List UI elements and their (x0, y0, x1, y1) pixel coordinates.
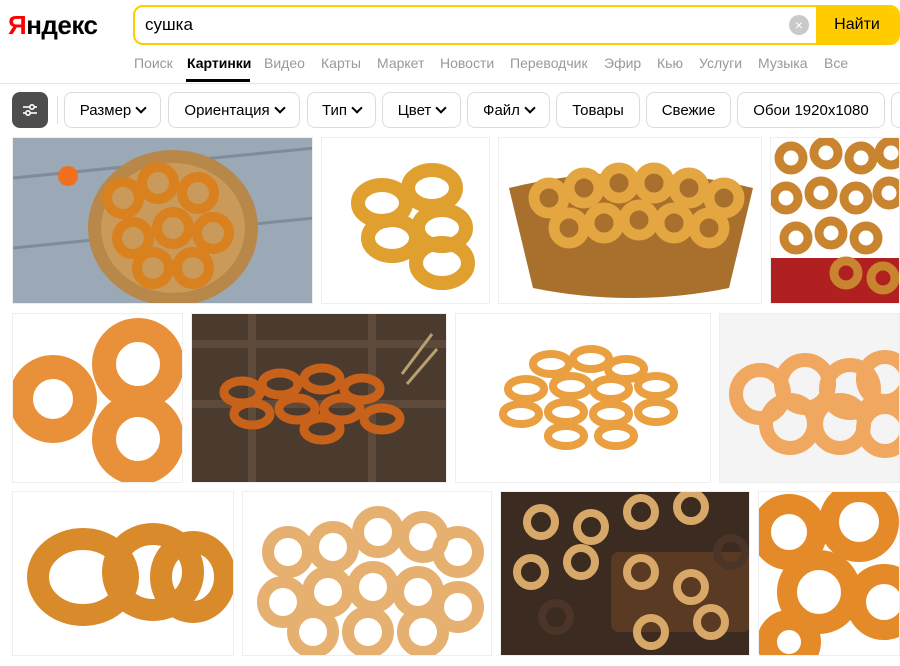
tab-maps[interactable]: Карты (321, 55, 361, 71)
filters-bar: Размер Ориентация Тип Цвет Файл Товары С… (0, 90, 900, 130)
bagel-wicker-basket-image (509, 162, 753, 298)
bagel-basket-image (13, 138, 312, 303)
image-result[interactable] (12, 313, 183, 483)
sliders-icon (23, 104, 37, 116)
filter-size[interactable]: Размер (64, 92, 161, 128)
chevron-down-icon (135, 102, 147, 114)
chip-label: Цвет (397, 101, 432, 119)
chevron-down-icon (524, 102, 536, 114)
header: Яндекс × Найти (0, 0, 900, 50)
image-result[interactable] (12, 137, 313, 304)
bagels-white-image (351, 163, 475, 290)
chip-label: Товары (572, 101, 624, 119)
chip-label: Ориентация (184, 101, 270, 119)
chip-label: Свежие (661, 101, 716, 119)
image-result[interactable] (242, 491, 492, 656)
tab-video[interactable]: Видео (264, 55, 305, 71)
image-result[interactable] (500, 491, 750, 656)
service-tabs: Поиск Картинки Видео Карты Маркет Новост… (0, 50, 900, 84)
filter-wallpaper[interactable]: Обои 1920x1080 (737, 92, 885, 128)
tab-music[interactable]: Музыка (758, 55, 808, 71)
chevron-down-icon (351, 102, 363, 114)
tab-translator[interactable]: Переводчик (510, 55, 588, 71)
tab-images[interactable]: Картинки (187, 55, 251, 71)
image-result[interactable] (498, 137, 762, 304)
bagels-heap-image (499, 345, 678, 450)
filter-settings-button[interactable] (12, 92, 48, 128)
image-result[interactable] (12, 491, 234, 656)
chip-label: Размер (79, 101, 132, 119)
clear-icon[interactable]: × (789, 15, 809, 35)
tab-news[interactable]: Новости (440, 55, 494, 71)
image-result[interactable] (758, 491, 900, 656)
yandex-logo[interactable]: Яндекс (8, 10, 98, 41)
filter-goods[interactable]: Товары (556, 92, 640, 128)
three-bagels-image (27, 523, 233, 626)
tab-efir[interactable]: Эфир (604, 55, 641, 71)
active-tab-underline (186, 79, 250, 82)
search-input[interactable] (145, 7, 785, 43)
image-result[interactable] (321, 137, 490, 304)
chip-label: Обои 1920x1080 (753, 101, 869, 119)
chevron-down-icon (273, 102, 286, 114)
bagels-light-image (729, 350, 899, 458)
image-result[interactable] (455, 313, 711, 483)
tab-market[interactable]: Маркет (377, 55, 424, 71)
filter-file[interactable]: Файл (467, 92, 550, 128)
image-result[interactable] (770, 137, 900, 304)
tab-services[interactable]: Услуги (699, 55, 742, 71)
tab-all[interactable]: Все (824, 55, 848, 71)
filters-divider (57, 96, 58, 124)
bagels-macro-image (759, 492, 899, 655)
bagel-pile-image (771, 138, 899, 303)
poppy-bagels-board-image (501, 492, 749, 655)
chip-label: Файл (483, 101, 520, 119)
logo-text: ндекс (26, 10, 98, 40)
tab-search[interactable]: Поиск (134, 55, 173, 71)
chip-label: Тип (321, 101, 347, 119)
filter-type[interactable]: Тип (307, 92, 376, 128)
logo-letter: Я (8, 10, 27, 40)
filter-orientation[interactable]: Ориентация (168, 92, 300, 128)
filter-more[interactable] (891, 92, 900, 128)
search-box: × Найти (133, 5, 900, 45)
glazed-bagels-image (257, 506, 484, 655)
filter-color[interactable]: Цвет (382, 92, 461, 128)
image-result[interactable] (719, 313, 900, 483)
image-result[interactable] (191, 313, 447, 483)
search-button[interactable]: Найти (816, 7, 898, 43)
bagels-plaid-image (192, 314, 446, 482)
bagels-closeup-image (13, 318, 182, 482)
filter-fresh[interactable]: Свежие (646, 92, 731, 128)
tab-q[interactable]: Кью (657, 55, 683, 71)
chevron-down-icon (435, 102, 447, 114)
